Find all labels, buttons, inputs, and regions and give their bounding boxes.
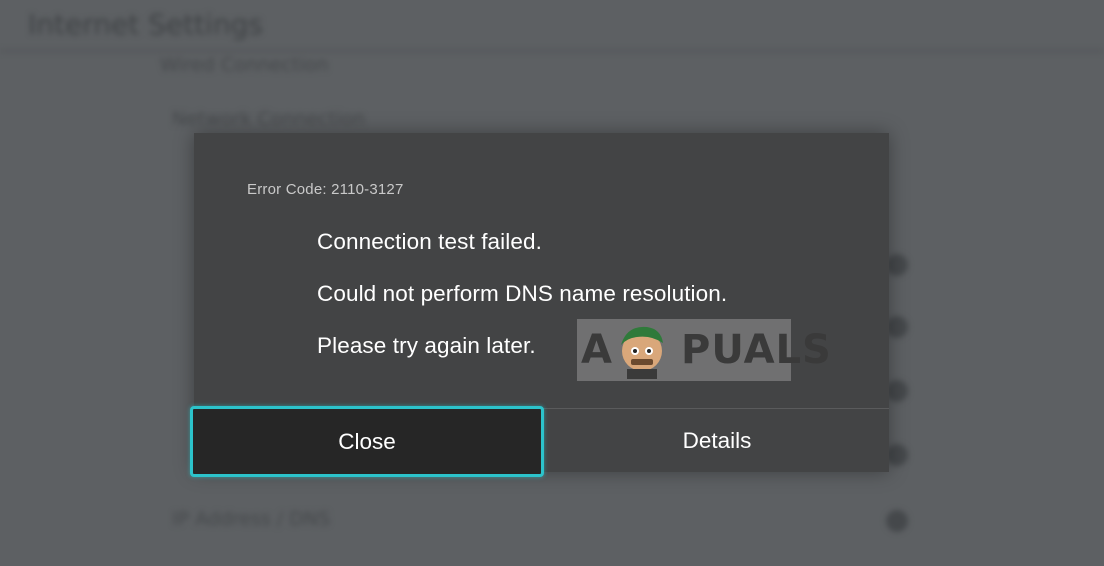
screen: Internet Settings Wired Connection Netwo… bbox=[0, 0, 1104, 566]
background-title: Internet Settings bbox=[28, 8, 263, 41]
watermark-text: PUALS bbox=[681, 327, 832, 373]
details-button[interactable]: Details bbox=[543, 409, 890, 472]
error-message-line: Connection test failed. bbox=[317, 229, 542, 254]
background-toggle-icon bbox=[886, 380, 908, 402]
error-code: Error Code: 2110-3127 bbox=[247, 181, 404, 198]
error-message-line: Please try again later. bbox=[317, 333, 536, 358]
background-toggle-icon bbox=[886, 510, 908, 532]
background-divider bbox=[0, 50, 1104, 52]
background-row: Network Connection bbox=[172, 108, 365, 130]
background-toggle-icon bbox=[886, 254, 908, 276]
background-toggle-icon bbox=[886, 316, 908, 338]
close-button[interactable]: Close bbox=[190, 406, 544, 477]
background-row: IP Address / DNS bbox=[172, 508, 331, 530]
mascot-icon bbox=[621, 326, 663, 379]
background-row: Wired Connection bbox=[160, 54, 329, 76]
appuals-watermark-logo: A PUALS bbox=[577, 319, 831, 381]
error-message-line: Could not perform DNS name resolution. bbox=[317, 281, 728, 306]
